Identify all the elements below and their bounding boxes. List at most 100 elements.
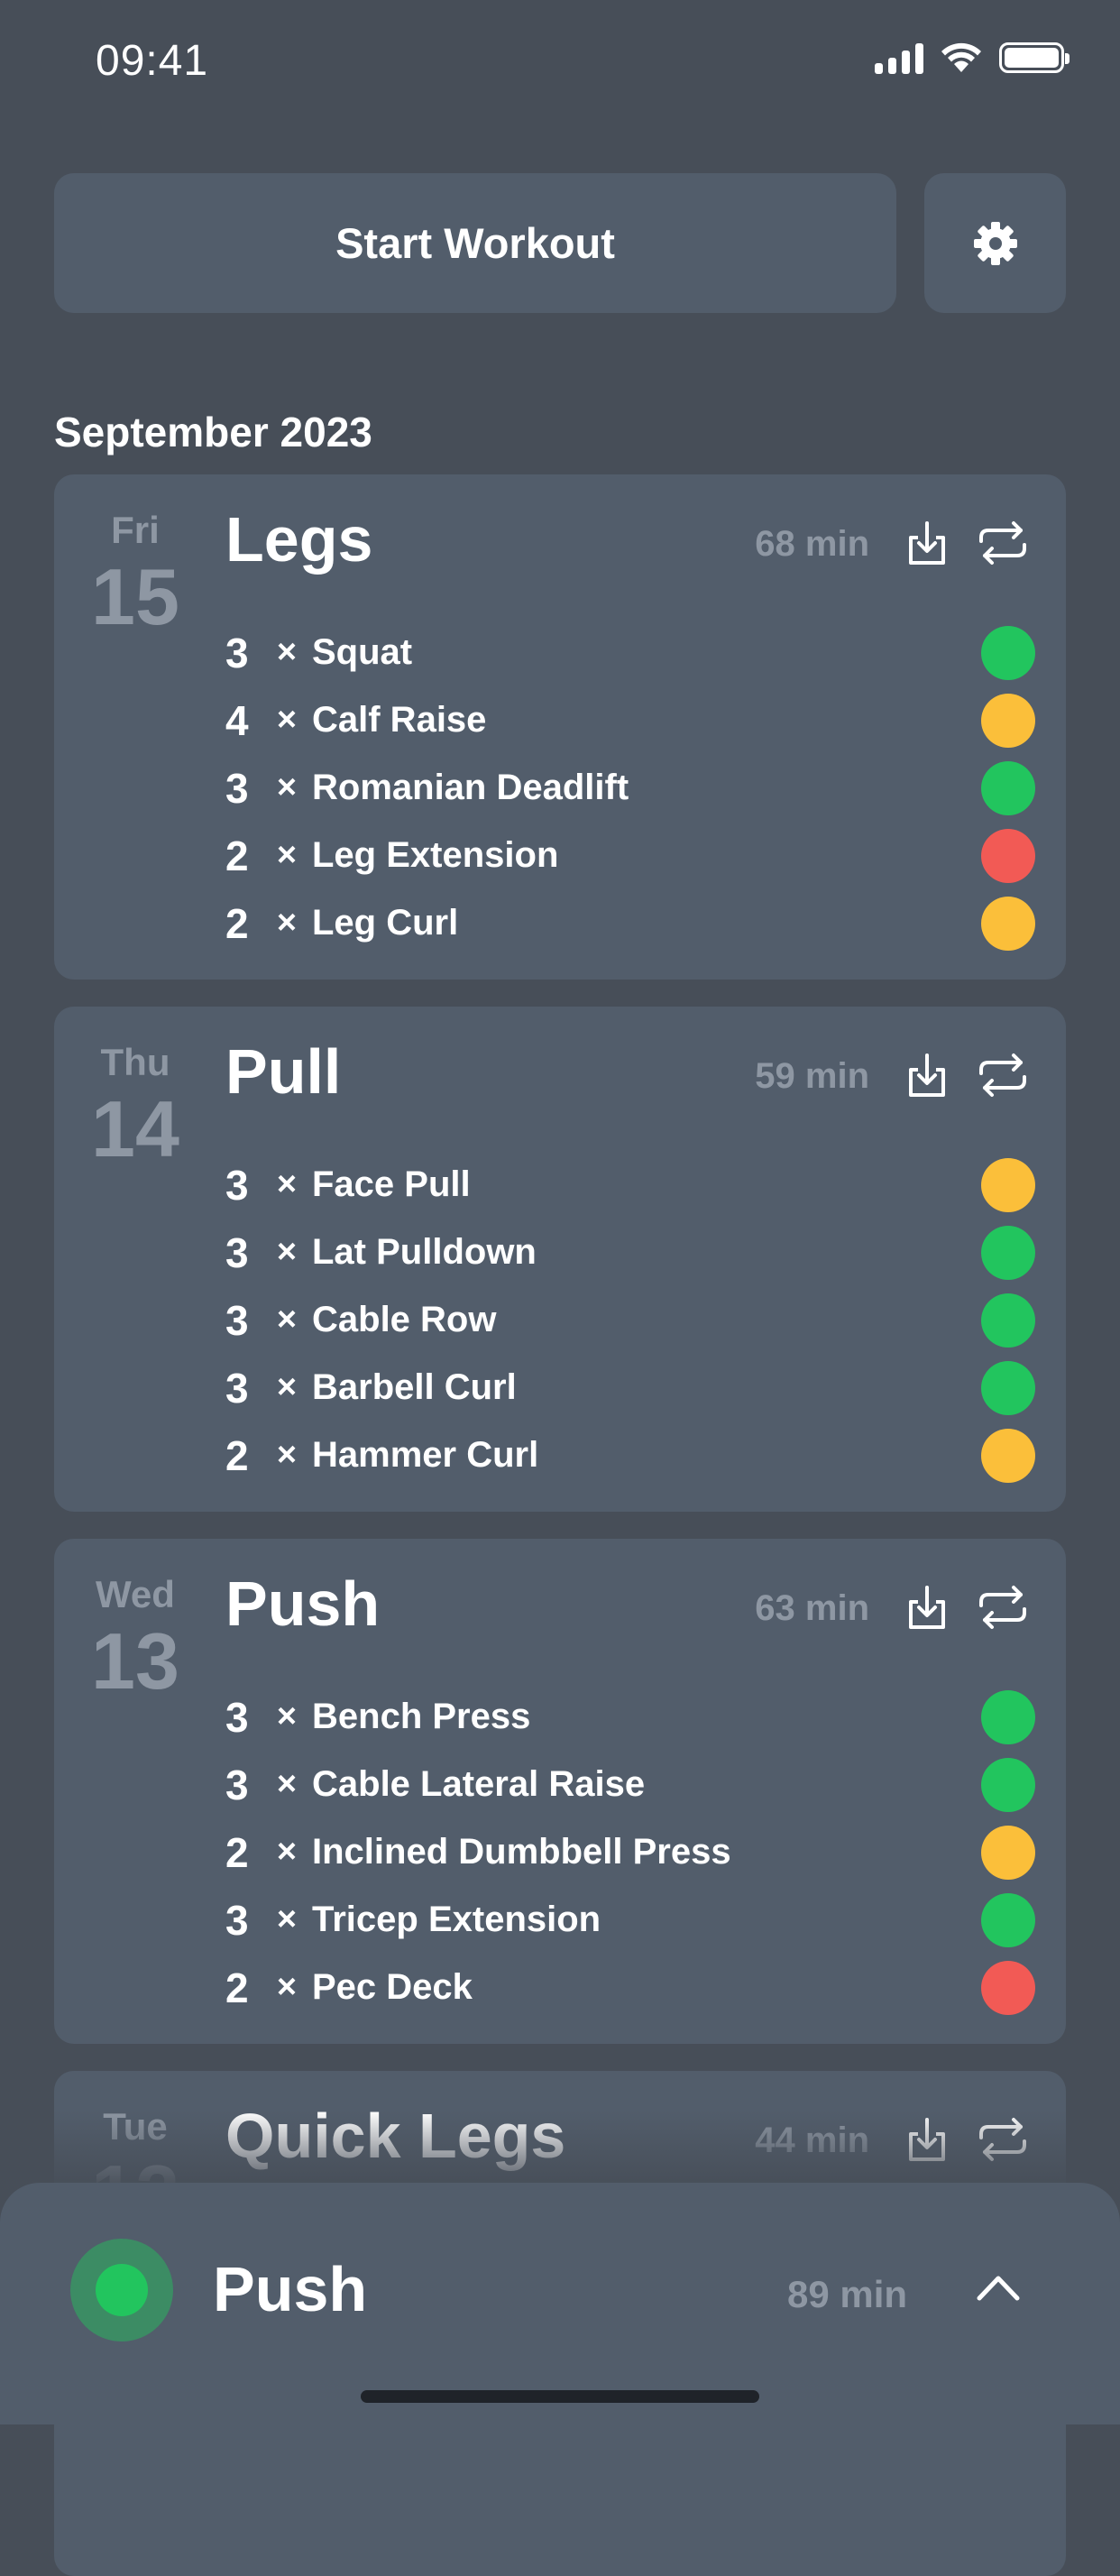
exercise-name: Romanian Deadlift [312,768,629,807]
exercise-row[interactable]: 2 × Pec Deck [225,1954,1035,2021]
workout-date: 13 [91,1616,179,1706]
exercise-sets: 3 [225,1761,249,1808]
exercise-status-dot [981,1157,1035,1212]
workout-duration: 59 min [755,1056,869,1096]
workout-card[interactable]: Thu 14 Pull 59 min 3 × Face Pull 3 × Lat Pulldown… [54,1007,1066,1512]
status-time: 09:41 [96,37,209,85]
exercise-status-dot [981,896,1035,951]
exercise-name: Barbell Curl [312,1367,517,1407]
active-workout-bar[interactable]: Push 89 min [0,2183,1120,2424]
workout-date: 15 [91,552,179,641]
exercise-name: Bench Press [312,1697,531,1736]
workout-title: Legs [225,504,373,575]
exercise-list: 3 × Bench Press 3 × Cable Lateral Raise 2 × Incl… [225,1683,1035,2021]
exercise-list: 3 × Squat 4 × Calf Raise 3 × Romanian Deadlift 2 ×… [225,619,1035,957]
exercise-status-dot [981,625,1035,680]
exercise-sets: 3 [225,1161,249,1209]
exercise-status-dot [981,1757,1035,1812]
cellular-signal-icon [875,41,923,74]
exercise-status-dot [981,1825,1035,1880]
exercise-sets: 3 [225,1896,249,1944]
exercise-sets: 3 [225,629,249,676]
exercise-row[interactable]: 3 × Romanian Deadlift [225,754,1035,822]
exercise-row[interactable]: 3 × Squat [225,619,1035,686]
download-icon[interactable] [902,1050,952,1100]
exercise-row[interactable]: 4 × Calf Raise [225,686,1035,754]
workout-card[interactable]: Fri 15 Legs 68 min 3 × Squat 4 × Calf Raise 3 × Roma… [54,474,1066,980]
exercise-row[interactable]: 3 × Face Pull [225,1151,1035,1219]
active-status-indicator [70,2239,173,2341]
workout-title: Pull [225,1036,342,1107]
exercise-name: Lat Pulldown [312,1232,537,1272]
exercise-status-dot [981,1360,1035,1415]
workout-weekday: Thu [100,1041,170,1083]
exercise-sets: 3 [225,1364,249,1412]
repeat-icon[interactable] [976,1584,1030,1631]
times-symbol: × [276,1697,298,1735]
exercise-sets: 2 [225,832,249,879]
active-status-dot [96,2264,148,2316]
download-icon[interactable] [902,1582,952,1633]
exercise-status-dot [981,1689,1035,1744]
exercise-sets: 3 [225,1693,249,1741]
exercise-sets: 4 [225,696,249,744]
exercise-status-dot [981,828,1035,883]
workout-card[interactable]: Wed 13 Push 63 min 3 × Bench Press 3 × Cable Late… [54,1539,1066,2044]
times-symbol: × [276,836,298,874]
times-symbol: × [276,1301,298,1339]
times-symbol: × [276,1968,298,2006]
exercise-status-dot [981,1225,1035,1280]
exercise-row[interactable]: 3 × Bench Press [225,1683,1035,1751]
exercise-name: Pec Deck [312,1967,473,2007]
exercise-name: Cable Row [312,1300,497,1339]
exercise-row[interactable]: 2 × Hammer Curl [225,1421,1035,1489]
repeat-icon[interactable] [976,1052,1030,1099]
workout-weekday: Wed [96,1573,175,1615]
exercise-name: Inclined Dumbbell Press [312,1832,731,1872]
exercise-row[interactable]: 3 × Tricep Extension [225,1886,1035,1954]
exercise-list: 3 × Face Pull 3 × Lat Pulldown 3 × Cable Row 3 × Ba… [225,1151,1035,1489]
exercise-sets: 3 [225,1296,249,1344]
exercise-status-dot [981,1428,1035,1483]
exercise-name: Hammer Curl [312,1435,539,1475]
exercise-status-dot [981,760,1035,815]
exercise-row[interactable]: 3 × Lat Pulldown [225,1219,1035,1286]
workout-weekday: Fri [111,509,160,551]
times-symbol: × [276,1436,298,1474]
exercise-sets: 2 [225,1964,249,2011]
exercise-row[interactable]: 2 × Leg Extension [225,822,1035,889]
active-workout-duration: 89 min [787,2273,908,2315]
month-heading: September 2023 [54,409,372,455]
home-indicator [361,2390,759,2403]
exercise-row[interactable]: 2 × Leg Curl [225,889,1035,957]
workout-date: 14 [91,1084,179,1173]
chevron-up-icon[interactable] [976,2269,1021,2305]
workout-duration: 68 min [755,524,869,564]
exercise-sets: 3 [225,764,249,812]
exercise-row[interactable]: 3 × Cable Row [225,1286,1035,1354]
times-symbol: × [276,904,298,942]
exercise-name: Calf Raise [312,700,487,740]
exercise-sets: 2 [225,899,249,947]
exercise-name: Leg Extension [312,835,559,875]
exercise-row[interactable]: 2 × Inclined Dumbbell Press [225,1818,1035,1886]
workout-title: Push [225,1569,381,1639]
times-symbol: × [276,1233,298,1271]
exercise-name: Leg Curl [312,903,459,943]
exercise-sets: 3 [225,1228,249,1276]
times-symbol: × [276,1368,298,1406]
active-workout-title: Push [213,2254,368,2324]
times-symbol: × [276,1833,298,1871]
times-symbol: × [276,633,298,671]
settings-button[interactable] [924,173,1066,313]
times-symbol: × [276,701,298,739]
times-symbol: × [276,1900,298,1938]
download-icon[interactable] [902,518,952,568]
start-workout-button[interactable]: Start Workout [54,173,896,313]
repeat-icon[interactable] [976,520,1030,566]
exercise-row[interactable]: 3 × Barbell Curl [225,1354,1035,1421]
exercise-sets: 2 [225,1431,249,1479]
exercise-status-dot [981,1892,1035,1947]
exercise-name: Squat [312,632,413,672]
exercise-row[interactable]: 3 × Cable Lateral Raise [225,1751,1035,1818]
